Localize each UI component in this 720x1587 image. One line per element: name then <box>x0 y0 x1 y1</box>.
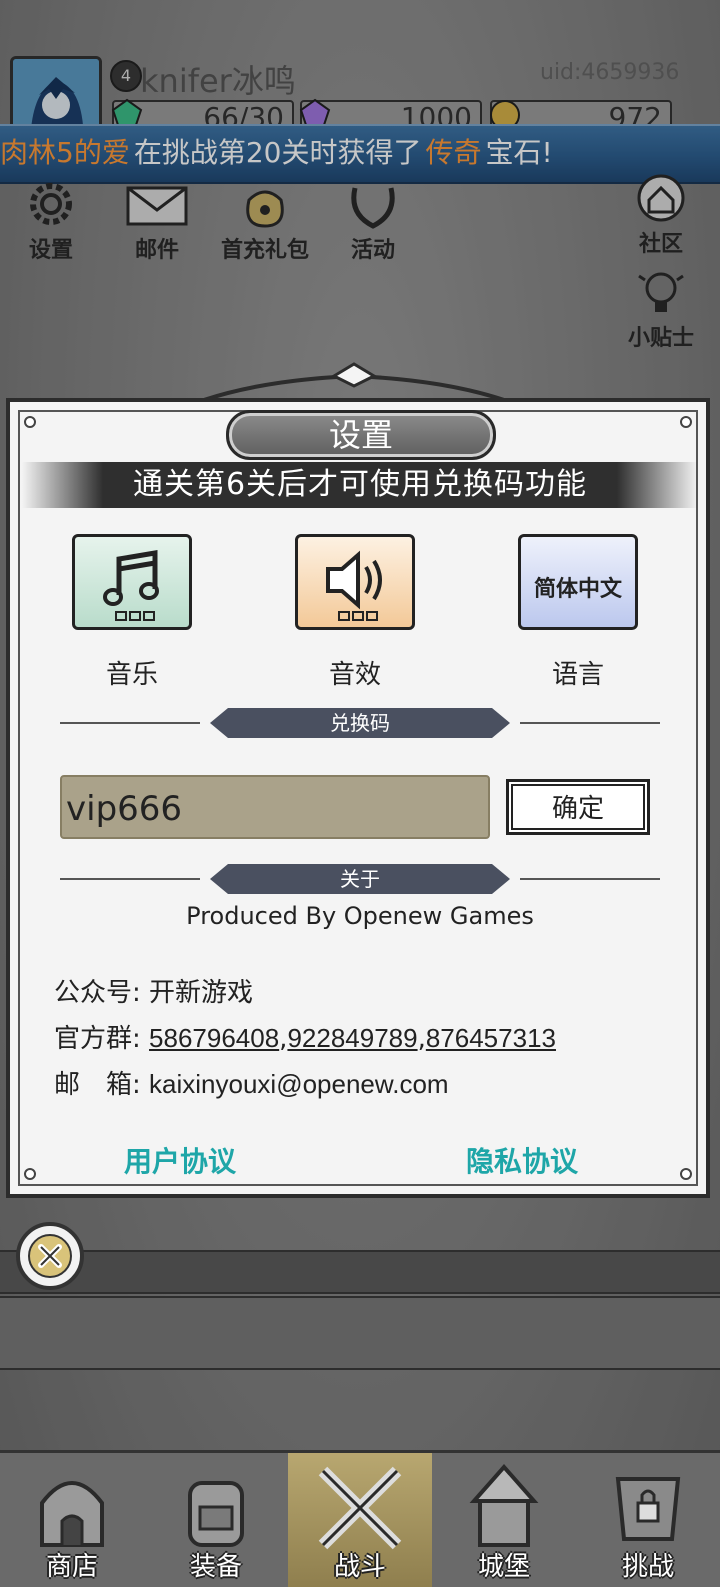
sfx-toggle-button[interactable] <box>295 534 415 630</box>
group-row: 官方群: 586796408,922849789,876457313 <box>54 1023 556 1054</box>
frame-rivet <box>680 1168 692 1180</box>
frame-rivet <box>24 1168 36 1180</box>
wechat-value: 开新游戏 <box>149 978 254 1008</box>
language-select-button[interactable]: 简体中文 <box>518 534 638 630</box>
privacy-policy-link[interactable]: 隐私协议 <box>466 1140 578 1180</box>
group-link[interactable]: 586796408 <box>149 1023 279 1053</box>
redeem-section-header: 兑换码 <box>60 708 660 738</box>
divider-line <box>60 722 200 724</box>
email-row: 邮 箱: kaixinyouxi@openew.com <box>54 1064 449 1101</box>
frame-rivet <box>680 416 692 428</box>
close-button[interactable] <box>16 1222 84 1290</box>
dialog-title: 设置 <box>226 410 496 460</box>
backpack-icon <box>188 1481 244 1547</box>
email-label: 邮 箱: <box>54 1070 141 1100</box>
volume-level-icon <box>338 611 378 621</box>
music-label: 音乐 <box>105 660 158 690</box>
crossed-swords-icon <box>318 1466 402 1550</box>
email-value: kaixinyouxi@openew.com <box>149 1069 449 1099</box>
dialog-crest-ornament <box>204 362 504 402</box>
nav-equipment[interactable]: 装备 <box>144 1453 288 1587</box>
divider-line <box>60 878 200 880</box>
wechat-label: 公众号: <box>54 978 141 1008</box>
nav-battle-label: 战斗 <box>333 1552 386 1582</box>
about-section-header: 关于 <box>60 864 660 894</box>
close-icon <box>28 1234 72 1278</box>
divider-line <box>520 722 660 724</box>
nav-challenge[interactable]: 挑战 <box>576 1453 720 1587</box>
bottom-navigation: 商店 装备 战斗 城堡 挑战 <box>0 1450 720 1587</box>
nav-battle[interactable]: 战斗 <box>288 1453 432 1587</box>
frame-rivet <box>24 416 36 428</box>
user-agreement-link[interactable]: 用户协议 <box>124 1140 236 1180</box>
wechat-row: 公众号: 开新游戏 <box>54 972 253 1009</box>
nav-shop[interactable]: 商店 <box>0 1453 144 1587</box>
redeem-section-title: 兑换码 <box>210 708 510 738</box>
confirm-button[interactable]: 确定 <box>506 779 650 835</box>
language-value: 简体中文 <box>533 577 622 602</box>
shop-icon <box>40 1481 104 1547</box>
about-section-title: 关于 <box>210 864 510 894</box>
castle-icon <box>469 1463 539 1547</box>
nav-challenge-label: 挑战 <box>621 1552 674 1582</box>
nav-equipment-label: 装备 <box>189 1552 242 1582</box>
divider-line <box>520 878 660 880</box>
group-label: 官方群: <box>54 1024 141 1054</box>
nav-castle-label: 城堡 <box>477 1552 530 1582</box>
redeem-code-input[interactable]: vip666 <box>60 775 490 839</box>
produced-by-text: Produced By Openew Games <box>186 902 534 930</box>
redeem-notice: 通关第6关后才可使用兑换码功能 <box>22 462 698 508</box>
sfx-label: 音效 <box>328 660 381 690</box>
group-link[interactable]: 876457313 <box>426 1023 556 1053</box>
group-link[interactable]: 922849789 <box>287 1023 417 1053</box>
nav-shop-label: 商店 <box>45 1552 98 1582</box>
language-label: 语言 <box>551 660 604 690</box>
challenge-icon <box>615 1477 681 1541</box>
volume-level-icon <box>115 611 155 621</box>
nav-castle[interactable]: 城堡 <box>432 1453 576 1587</box>
music-toggle-button[interactable] <box>72 534 192 630</box>
